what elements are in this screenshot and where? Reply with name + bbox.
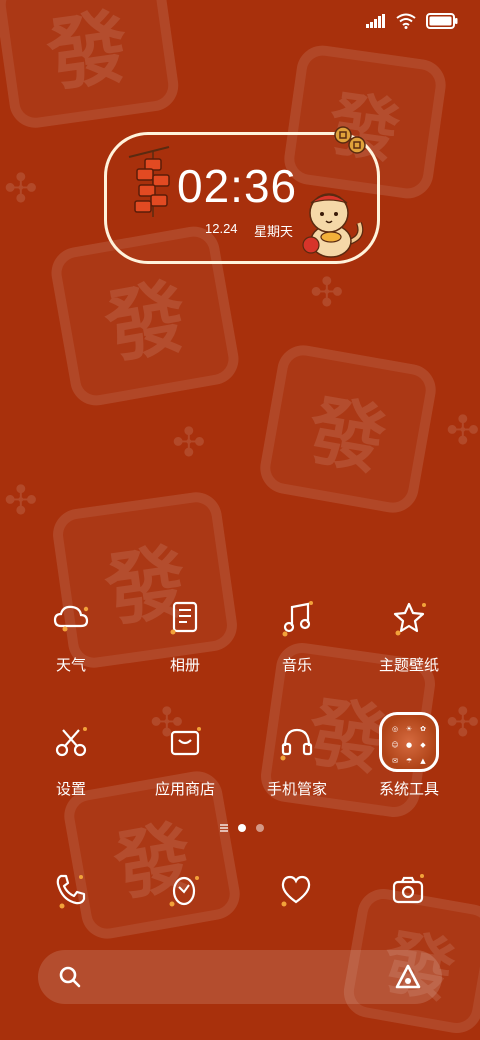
background-spark-icon: ✣ [446,408,480,454]
app-phone-manager[interactable]: 手机管家 [242,712,352,799]
app-label: 手机管家 [266,780,327,798]
scissors-icon [41,712,101,772]
coins-icon [334,126,366,154]
app-label: 系统工具 [378,780,439,798]
dock-camera[interactable] [378,860,438,920]
clock-weekday: 星期天 [254,225,294,240]
page-indicator[interactable] [220,824,264,832]
headphones-icon [267,712,327,772]
app-label: 相册 [169,656,200,674]
menu-lines-icon [220,824,228,832]
background-spark-icon: ✣ [310,270,344,316]
app-gallery[interactable]: 相册 [130,588,240,675]
app-weather[interactable]: 天气 [16,588,126,675]
background-spark-icon: ✣ [172,420,206,466]
app-label: 音乐 [281,656,312,674]
app-label: 设置 [55,780,86,798]
app-label: 主题壁纸 [378,656,439,674]
clock-date: 12.24 [205,221,238,236]
heart-icon [281,875,311,907]
document-icon [155,588,215,648]
firecracker-icon [128,146,170,217]
dock-browser[interactable] [154,860,214,920]
cloud-icon [41,588,101,648]
search-bar[interactable] [38,950,442,1004]
app-store[interactable]: 应用商店 [130,712,240,799]
app-label: 应用商店 [154,780,215,798]
assistant-icon[interactable] [394,963,422,991]
status-bar [366,8,458,34]
music-note-icon [267,588,327,648]
phone-icon [56,874,86,909]
star-icon [379,588,439,648]
battery-icon [426,13,458,29]
search-icon [59,966,81,988]
folder-icon: ◎ ☀ ✿ ☺ ● ◆ ✉ ☂ ▲ [379,712,439,772]
signal-icon [366,14,385,28]
background-tile: 發 [0,0,182,132]
page-dot-active [238,824,246,832]
wifi-icon [396,13,416,29]
background-spark-icon: ✣ [4,478,38,524]
app-music[interactable]: 音乐 [242,588,352,675]
egg-browser-icon [169,876,199,907]
app-system-tools[interactable]: ◎ ☀ ✿ ☺ ● ◆ ✉ ☂ ▲ 系统工具 [354,712,464,799]
dock-phone[interactable] [40,860,100,920]
app-settings[interactable]: 设置 [16,712,126,799]
camera-icon [392,874,424,904]
clock-time: 02:36 [177,160,298,212]
store-bag-icon [155,712,215,772]
tiger-mascot-icon [302,193,364,258]
app-label: 天气 [55,656,86,674]
clock-widget[interactable]: 02:36 12.24 星期天 [104,126,380,264]
dock-health[interactable] [266,860,326,920]
background-spark-icon: ✣ [4,166,38,212]
app-themes[interactable]: 主题壁纸 [354,588,464,675]
page-dot [256,824,264,832]
background-tile: 發 [256,341,440,517]
